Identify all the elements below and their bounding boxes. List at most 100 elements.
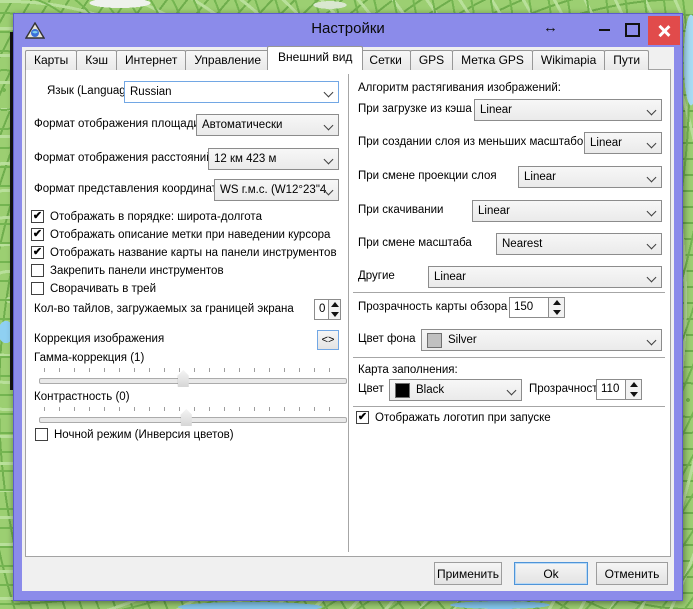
spinner-up-icon[interactable] [329,300,340,310]
stretch-smaller-zoom-select[interactable]: Linear [584,132,662,154]
checkbox-box: ✔ [31,228,44,241]
fill-color-label: Цвет [358,383,384,395]
gamma-slider[interactable] [39,366,347,388]
chevron-down-icon [647,139,657,149]
stretch-download-label: При скачивании [358,204,443,216]
chevron-down-icon [647,173,657,183]
titlebar[interactable]: Настройки ↔ [14,14,682,47]
checkbox-box: ✔ [356,411,369,424]
stretch-download-select[interactable]: Linear [472,200,662,222]
slider-ticks [44,368,342,372]
distance-format-select[interactable]: 12 км 423 м [208,148,339,170]
spinner-up-icon[interactable] [549,298,564,308]
stretch-cache-label: При загрузке из кэша [358,103,472,115]
checkbox-box: ✔ [31,246,44,259]
spinner-down-icon[interactable] [626,390,641,400]
coord-format-select[interactable]: WS г.м.с. (W12°23"4 [214,179,339,201]
tab-karty[interactable]: Карты [25,50,77,70]
tab-page-appearance: Язык (Language) Russian Формат отображен… [25,69,671,557]
gamma-label: Гамма-коррекция (1) [34,352,144,364]
fill-transparency-label: Прозрачность [529,383,604,395]
overview-transparency-spinner[interactable]: 150 [509,297,565,318]
dialog-footer: Применить Ok Отменить [22,557,674,591]
checkbox-box [31,264,44,277]
checkbox-box [35,428,48,441]
area-format-label: Формат отображения площади [34,118,200,130]
checkbox-show-logo[interactable]: ✔ Отображать логотип при запуске [356,411,551,424]
tab-puti[interactable]: Пути [604,50,649,70]
tab-metka-gps[interactable]: Метка GPS [452,50,533,70]
contrast-label: Контрастность (0) [34,391,130,403]
stretch-zoom-change-select[interactable]: Nearest [496,233,662,255]
stretch-projection-label: При смене проекции слоя [358,170,497,182]
checkbox-latlon-order[interactable]: ✔ Отображать в порядке: широта-долгота [31,210,262,223]
tiles-beyond-spinner[interactable]: 0 [314,299,341,320]
stretch-projection-select[interactable]: Linear [518,166,662,188]
fill-map-title: Карта заполнения: [358,364,458,376]
tab-gps[interactable]: GPS [410,50,453,70]
separator [353,357,665,358]
area-format-select[interactable]: Автоматически [196,114,339,136]
checkbox-map-name-toolbar[interactable]: ✔ Отображать название карты на панели ин… [31,246,337,259]
ok-button[interactable]: Ok [514,562,588,585]
close-button[interactable] [648,16,680,45]
image-correction-label: Коррекция изображения [34,333,164,345]
chevron-down-icon [647,240,657,250]
stretch-other-label: Другие [358,270,395,282]
chevron-down-icon [647,336,657,346]
chevron-down-icon [507,386,517,396]
checkbox-box [31,282,44,295]
tab-setki[interactable]: Сетки [360,50,410,70]
maximize-button[interactable] [625,23,640,37]
separator [353,406,665,407]
dialog-body: Карты Кэш Интернет Управление Внешний ви… [22,47,674,591]
close-icon [658,25,670,37]
checkbox-box: ✔ [31,210,44,223]
tab-wikimapia[interactable]: Wikimapia [532,50,605,70]
spinner-up-icon[interactable] [626,380,641,390]
coord-format-label: Формат представления координат [34,183,217,195]
column-divider [348,74,349,552]
tab-internet[interactable]: Интернет [116,50,186,70]
tab-vneshniy-vid[interactable]: Внешний вид [267,46,363,70]
contrast-slider-thumb[interactable] [181,409,192,426]
tab-kesh[interactable]: Кэш [76,50,117,70]
language-label: Язык (Language) [47,85,136,97]
language-select[interactable]: Russian [124,81,339,103]
fill-color-select[interactable]: Black [389,379,522,401]
cancel-button[interactable]: Отменить [596,562,668,585]
overview-transparency-label: Прозрачность карты обзора [358,301,507,313]
checkbox-marker-hint[interactable]: ✔ Отображать описание метки при наведени… [31,228,330,241]
correction-expand-button[interactable]: <> [317,330,339,350]
tab-bar: Карты Кэш Интернет Управление Внешний ви… [22,47,674,70]
checkbox-lock-toolbars[interactable]: Закрепить панели инструментов [31,264,224,277]
separator [353,292,665,293]
chevron-down-icon [324,88,334,98]
resize-horizontal-icon[interactable]: ↔ [543,19,558,36]
stretch-algorithm-title: Алгоритм растягивания изображений: [358,82,561,94]
bg-color-select[interactable]: Silver [421,329,662,351]
slider-groove [39,417,347,423]
chevron-down-icon [324,121,334,131]
chevron-down-icon [647,273,657,283]
distance-format-label: Формат отображения расстояний [34,152,213,164]
tiles-beyond-label: Кол-во тайлов, загружаемых за границей э… [34,303,294,315]
checkbox-night-mode[interactable]: Ночной режим (Инверсия цветов) [35,428,234,441]
stretch-other-select[interactable]: Linear [428,266,662,288]
spinner-down-icon[interactable] [549,308,564,318]
contrast-slider[interactable] [39,405,347,427]
fill-transparency-spinner[interactable]: 110 [596,379,642,400]
color-swatch [427,333,442,348]
chevron-down-icon [324,155,334,165]
apply-button[interactable]: Применить [434,562,502,585]
gamma-slider-thumb[interactable] [178,370,189,387]
stretch-cache-select[interactable]: Linear [474,99,662,121]
window-title: Настройки [14,20,682,37]
spinner-down-icon[interactable] [329,310,340,320]
chevron-down-icon [647,106,657,116]
minimize-button[interactable] [599,29,610,31]
tab-upravlenie[interactable]: Управление [185,50,270,70]
slider-groove [39,378,347,384]
checkbox-minimize-to-tray[interactable]: Сворачивать в трей [31,282,156,295]
chevron-down-icon [647,207,657,217]
